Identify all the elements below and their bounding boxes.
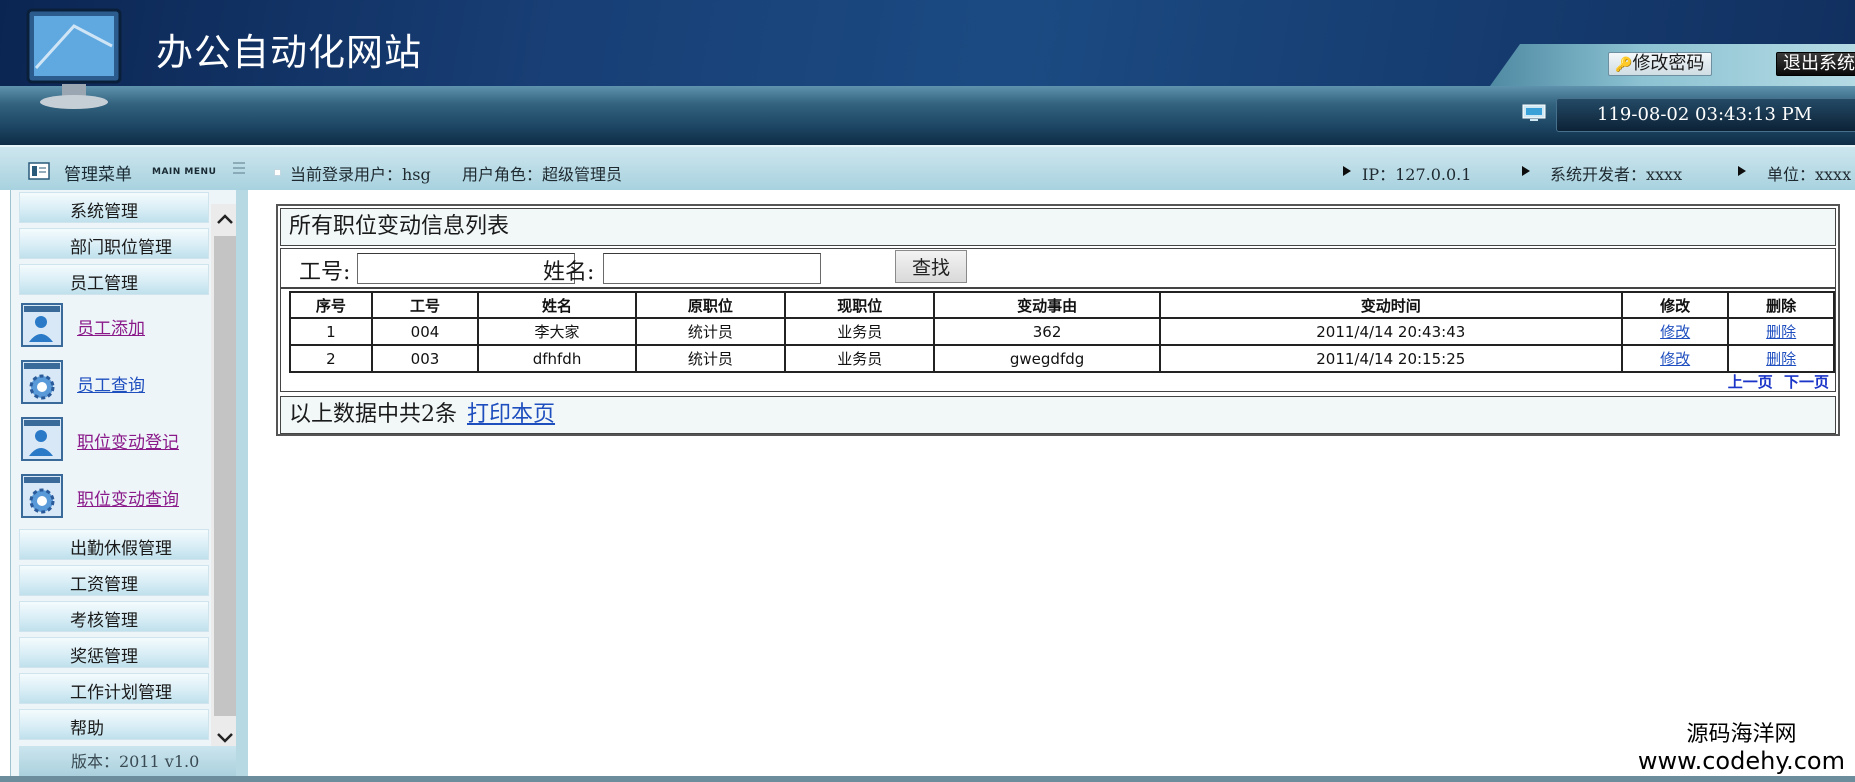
sidebar-item-salary[interactable]: 工资管理 — [19, 565, 209, 596]
sidebar-item-system[interactable]: 系统管理 — [19, 192, 209, 223]
edit-link[interactable]: 修改 — [1660, 350, 1690, 368]
cell-index: 2 — [289, 344, 373, 373]
screen-icon — [1522, 104, 1546, 121]
cell-emp-no: 003 — [370, 344, 480, 373]
user-icon — [21, 417, 63, 461]
logout-button[interactable]: 退出系统 — [1776, 52, 1855, 76]
watermark: 源码海洋网 www.codehy.com — [1638, 722, 1845, 774]
sidebar-sub-position-query[interactable]: 职位变动查询 — [19, 473, 209, 523]
cell-reason: gwegdfdg — [933, 344, 1161, 373]
current-user: 当前登录用户：hsg — [290, 165, 431, 184]
list-toggle-icon[interactable] — [232, 160, 246, 176]
cell-delete: 删除 — [1727, 344, 1835, 373]
version-label: 版本：2011 v1.0 — [19, 746, 239, 778]
pager: 上一页 下一页 — [1722, 371, 1829, 392]
watermark-url: www.codehy.com — [1637, 747, 1845, 775]
arrow-right-icon — [1522, 166, 1530, 176]
cell-new-position: 业务员 — [784, 317, 936, 346]
table-header-row: 序号 工号 姓名 原职位 现职位 变动事由 变动时间 修改 删除 — [289, 291, 1835, 319]
sidebar-item-attendance[interactable]: 出勤休假管理 — [19, 529, 209, 560]
search-form: 工号: 姓名: 查找 — [280, 248, 1836, 288]
change-password-button[interactable]: 🔑修改密码 — [1608, 52, 1712, 76]
table-row: 2 003 dfhfdh 统计员 业务员 gwegdfdg 2011/4/14 … — [289, 344, 1835, 373]
watermark-cn: 源码海洋网 — [1686, 722, 1797, 747]
col-header-delete: 删除 — [1727, 291, 1835, 319]
sidebar-divider — [236, 190, 248, 778]
cell-time: 2011/4/14 20:43:43 — [1158, 317, 1623, 346]
user-role: 用户角色：超级管理员 — [462, 165, 623, 184]
sidebar-sub-employee-add[interactable]: 员工添加 — [19, 302, 209, 352]
sidebar-item-department[interactable]: 部门职位管理 — [19, 228, 209, 259]
menu-title-en: MAIN MENU — [152, 167, 217, 177]
gear-icon — [21, 474, 63, 518]
col-header-time: 变动时间 — [1158, 291, 1623, 319]
menu-icon — [28, 162, 50, 180]
col-header-old-position: 原职位 — [634, 291, 787, 319]
sidebar-scrollbar[interactable] — [211, 204, 239, 752]
sidebar: 系统管理 部门职位管理 员工管理 员工添加 员工查询 职位变动登记 职位变动查询… — [10, 190, 248, 778]
col-header-new-position: 现职位 — [784, 291, 936, 319]
next-page-link[interactable]: 下一页 — [1784, 373, 1829, 391]
print-page-link[interactable]: 打印本页 — [467, 402, 555, 427]
datetime-display: 119-08-02 03:43:13 PM — [1556, 98, 1855, 132]
summary-row: 以上数据中共2条 打印本页 — [280, 396, 1836, 434]
arrow-right-icon — [1343, 166, 1351, 176]
cell-name: dfhfdh — [477, 344, 637, 373]
panel-title: 所有职位变动信息列表 — [280, 208, 1836, 246]
cell-name: 李大家 — [477, 317, 637, 346]
site-title: 办公自动化网站 — [156, 31, 422, 74]
cell-delete: 删除 — [1727, 317, 1835, 346]
cell-reason: 362 — [933, 317, 1161, 346]
prev-page-link[interactable]: 上一页 — [1728, 373, 1773, 391]
monitor-logo-icon — [26, 8, 122, 109]
name-label: 姓名: — [543, 260, 595, 285]
sidebar-item-work-plan[interactable]: 工作计划管理 — [19, 673, 209, 704]
cell-edit: 修改 — [1620, 344, 1730, 373]
sidebar-item-employee[interactable]: 员工管理 — [19, 264, 209, 295]
name-input[interactable] — [603, 253, 821, 284]
sidebar-sub-employee-query[interactable]: 员工查询 — [19, 359, 209, 409]
sidebar-item-assessment[interactable]: 考核管理 — [19, 601, 209, 632]
emp-no-label: 工号: — [299, 260, 351, 285]
col-header-name: 姓名 — [477, 291, 637, 319]
cell-old-position: 统计员 — [634, 344, 787, 373]
header-banner: 办公自动化网站 🔑修改密码 退出系统 119-08-02 03:43:13 PM — [0, 0, 1855, 145]
search-button[interactable]: 查找 — [895, 250, 967, 283]
arrow-right-icon — [1738, 166, 1746, 176]
col-header-edit: 修改 — [1620, 291, 1730, 319]
col-header-reason: 变动事由 — [933, 291, 1161, 319]
chevron-up-icon[interactable] — [211, 204, 239, 234]
cell-index: 1 — [289, 317, 373, 346]
cell-time: 2011/4/14 20:15:25 — [1158, 344, 1623, 373]
sidebar-sub-position-register[interactable]: 职位变动登记 — [19, 416, 209, 466]
delete-link[interactable]: 删除 — [1766, 323, 1796, 341]
gear-icon — [21, 360, 63, 404]
sidebar-item-rewards[interactable]: 奖惩管理 — [19, 637, 209, 668]
table-row: 1 004 李大家 统计员 业务员 362 2011/4/14 20:43:43… — [289, 317, 1835, 346]
key-icon: 🔑 — [1615, 57, 1633, 73]
user-icon — [21, 303, 63, 347]
scroll-thumb[interactable] — [214, 236, 236, 716]
position-change-panel: 所有职位变动信息列表 工号: 姓名: 查找 序号 工号 姓名 原职位 现职位 变… — [276, 204, 1840, 436]
info-bar: 管理菜单 MAIN MENU 当前登录用户：hsg 用户角色：超级管理员 IP：… — [0, 145, 1855, 190]
cell-new-position: 业务员 — [784, 344, 936, 373]
col-header-index: 序号 — [289, 291, 373, 319]
cell-old-position: 统计员 — [634, 317, 787, 346]
position-change-table: 序号 工号 姓名 原职位 现职位 变动事由 变动时间 修改 删除 1 004 李… — [289, 291, 1835, 373]
sidebar-item-help[interactable]: 帮助 — [19, 709, 209, 740]
edit-link[interactable]: 修改 — [1660, 323, 1690, 341]
menu-title: 管理菜单 — [64, 165, 132, 185]
bottom-border — [0, 776, 1855, 782]
bullet-icon — [274, 169, 281, 176]
main-content: 所有职位变动信息列表 工号: 姓名: 查找 序号 工号 姓名 原职位 现职位 变… — [248, 190, 1855, 778]
cell-emp-no: 004 — [370, 317, 480, 346]
unit: 单位：xxxx — [1767, 165, 1852, 184]
col-header-emp-no: 工号 — [370, 291, 480, 319]
cell-edit: 修改 — [1620, 317, 1730, 346]
delete-link[interactable]: 删除 — [1766, 350, 1796, 368]
ip-address: IP：127.0.0.1 — [1362, 165, 1472, 184]
developer: 系统开发者：xxxx — [1550, 165, 1683, 184]
record-count: 以上数据中共2条 — [289, 402, 457, 427]
table-container: 序号 工号 姓名 原职位 现职位 变动事由 变动时间 修改 删除 1 004 李… — [280, 288, 1836, 392]
